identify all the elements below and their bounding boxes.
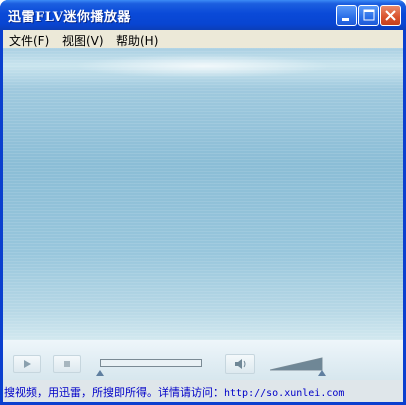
maximize-button[interactable] bbox=[358, 5, 379, 26]
close-icon bbox=[385, 10, 396, 21]
stop-icon bbox=[64, 361, 70, 367]
menu-file[interactable]: 文件(F) bbox=[9, 32, 49, 49]
player-window: 迅雷FLV迷你播放器 文件(F) 视图(V) 帮助(H) 搜视频，用迅雷，所搜即… bbox=[0, 0, 406, 405]
video-area[interactable] bbox=[3, 48, 403, 340]
menu-view[interactable]: 视图(V) bbox=[62, 32, 104, 49]
volume-button[interactable] bbox=[225, 354, 255, 374]
status-label: 搜视频，用迅雷，所搜即所得。详情请访问： bbox=[4, 386, 224, 399]
play-button[interactable] bbox=[13, 355, 41, 373]
minimize-button[interactable] bbox=[336, 5, 357, 26]
speaker-icon bbox=[235, 359, 246, 369]
progress-bar[interactable] bbox=[100, 359, 202, 367]
minimize-icon bbox=[342, 18, 349, 21]
close-button[interactable] bbox=[380, 5, 401, 26]
status-message: 搜视频，用迅雷，所搜即所得。详情请访问：http://so.xunlei.com bbox=[4, 384, 344, 400]
volume-slider[interactable] bbox=[270, 357, 324, 371]
video-glow bbox=[73, 54, 333, 78]
title-bar[interactable]: 迅雷FLV迷你播放器 bbox=[0, 0, 406, 30]
stop-button[interactable] bbox=[53, 355, 81, 373]
maximize-icon bbox=[363, 9, 375, 21]
control-bar bbox=[3, 340, 403, 380]
status-bar: 搜视频，用迅雷，所搜即所得。详情请访问：http://so.xunlei.com bbox=[3, 380, 403, 402]
progress-thumb[interactable] bbox=[96, 370, 104, 376]
status-link[interactable]: http://so.xunlei.com bbox=[224, 388, 344, 399]
menu-bar: 文件(F) 视图(V) 帮助(H) bbox=[3, 30, 403, 48]
menu-help[interactable]: 帮助(H) bbox=[116, 32, 158, 49]
volume-thumb[interactable] bbox=[318, 370, 326, 376]
play-icon bbox=[24, 360, 31, 368]
window-title: 迅雷FLV迷你播放器 bbox=[8, 10, 131, 25]
